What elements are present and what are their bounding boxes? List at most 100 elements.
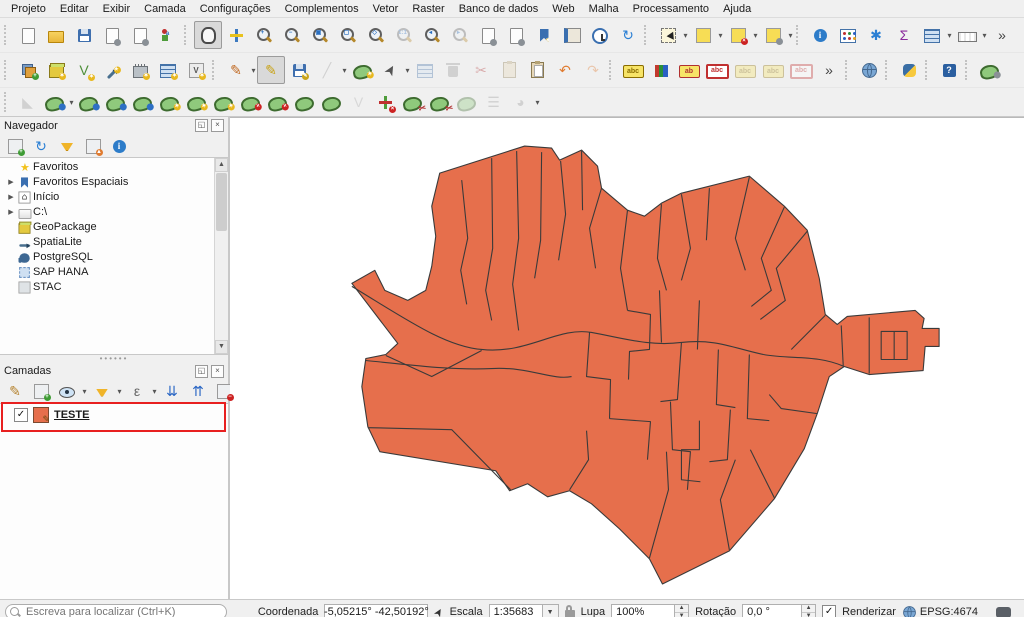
cut-features-button[interactable]: ✂ — [467, 56, 495, 84]
add-ring-button[interactable]: ✶ — [183, 90, 210, 114]
expander-icon[interactable]: ▶ — [6, 178, 16, 186]
menu-exibir[interactable]: Exibir — [96, 2, 138, 16]
select-features-by-value-button[interactable] — [689, 21, 717, 49]
snap-vertex-tool-button[interactable]: × — [372, 90, 399, 114]
identify-features-button[interactable]: i — [806, 21, 834, 49]
toolbar-grip[interactable] — [4, 60, 10, 80]
attribute-table-dropdown-icon[interactable]: ▾ — [946, 31, 953, 40]
layers-close-icon[interactable]: × — [211, 365, 224, 378]
save-project-button[interactable] — [70, 21, 98, 49]
toolbar-grip[interactable] — [184, 25, 190, 45]
rotate-point-symbols-dropdown-icon[interactable]: ▾ — [534, 98, 541, 107]
paste-features-button[interactable] — [523, 56, 551, 84]
digitize-with-segment-button[interactable]: ╱ — [313, 56, 341, 84]
add-group-button[interactable]: + — [29, 380, 53, 403]
search-input[interactable] — [5, 604, 227, 617]
layer-labeling-button[interactable]: abc — [619, 56, 647, 84]
toolbar-overflow-2-button[interactable]: » — [815, 56, 843, 84]
refresh-map-button[interactable]: ↻ — [614, 21, 642, 49]
new-geopackage-layer-button[interactable]: ✶ — [42, 56, 70, 84]
magnifier-value[interactable]: 100% — [611, 604, 675, 617]
menu-malha[interactable]: Malha — [582, 2, 626, 16]
show-spatial-bookmarks-button[interactable] — [558, 21, 586, 49]
browser-item-favoritos[interactable]: ★Favoritos — [0, 159, 214, 174]
open-layer-styling-button[interactable]: ✎ — [3, 380, 27, 403]
new-3d-map-view-button[interactable] — [502, 21, 530, 49]
style-manager-button[interactable]: a — [154, 21, 182, 49]
browser-filter-button[interactable] — [55, 134, 79, 157]
render-checkbox[interactable]: ✓ — [822, 605, 836, 617]
browser-scrollbar[interactable]: ▲ ▼ — [214, 158, 228, 354]
zoom-in-button[interactable]: + — [250, 21, 278, 49]
new-shapefile-layer-button[interactable]: V✶ — [70, 56, 98, 84]
browser-close-icon[interactable]: × — [211, 119, 224, 132]
move-feature-dropdown-icon[interactable]: ▾ — [68, 98, 75, 107]
zoom-to-layer-button[interactable]: ◇ — [362, 21, 390, 49]
menu-vetor[interactable]: Vetor — [366, 2, 406, 16]
zoom-native-button[interactable]: 1:1 — [390, 21, 418, 49]
vertex-tool-dropdown-icon[interactable]: ▾ — [404, 66, 411, 75]
scale-dropdown-icon[interactable]: ▼ — [543, 604, 559, 617]
browser-item-geopackage[interactable]: GeoPackage — [0, 219, 214, 234]
delete-ring-button[interactable]: × — [237, 90, 264, 114]
browser-item-spatialite[interactable]: SpatiaLite — [0, 234, 214, 249]
simplify-feature-button[interactable] — [129, 90, 156, 114]
zoom-out-button[interactable]: − — [278, 21, 306, 49]
coordinate-value[interactable]: -5,05215° -42,50192° — [324, 604, 428, 617]
filter-by-expression-dropdown-icon[interactable]: ▾ — [151, 387, 158, 396]
browser-refresh-button[interactable]: ↻ — [29, 134, 53, 157]
browser-float-icon[interactable]: ◱ — [195, 119, 208, 132]
show-layout-manager-button[interactable] — [126, 21, 154, 49]
magnifier-spinner[interactable]: ▲▼ — [675, 604, 689, 617]
spin-down-icon[interactable]: ▼ — [675, 612, 688, 617]
change-label-button[interactable]: abc — [787, 56, 815, 84]
crs-status[interactable]: EPSG:4674 — [902, 604, 978, 617]
toolbar-overflow-1-button[interactable]: » — [988, 21, 1016, 49]
toolbar-grip[interactable] — [796, 25, 802, 45]
browser-item-postgresql[interactable]: PostgreSQL — [0, 249, 214, 264]
panel-splitter[interactable]: •••••• — [0, 355, 228, 363]
highlight-pinned-labels-button[interactable]: abc — [703, 56, 731, 84]
undo-button[interactable]: ↶ — [551, 56, 579, 84]
measure-button[interactable] — [953, 21, 981, 49]
menu-camada[interactable]: Camada — [137, 2, 193, 16]
rotate-point-symbols-button[interactable]: ◕ — [507, 90, 534, 114]
browser-item-c-[interactable]: ▶C:\ — [0, 204, 214, 219]
rotation-value[interactable]: 0,0 ° — [742, 604, 802, 617]
new-map-view-button[interactable] — [474, 21, 502, 49]
copy-features-button[interactable] — [495, 56, 523, 84]
zoom-next-button[interactable]: ▸ — [446, 21, 474, 49]
new-spatialite-layer-button[interactable]: ✶ — [98, 56, 126, 84]
filter-legend-dropdown-icon[interactable]: ▾ — [116, 387, 123, 396]
vertex-tool-button[interactable]: ➤ — [376, 56, 404, 84]
save-layer-edits-button[interactable]: ✎ — [285, 56, 313, 84]
filter-legend-button[interactable] — [90, 380, 114, 403]
locator-search[interactable] — [5, 604, 227, 617]
invert-selection-button[interactable] — [759, 21, 787, 49]
toolbar-grip[interactable] — [4, 92, 10, 112]
copy-move-feature-button[interactable] — [102, 90, 129, 114]
rotate-feature-button[interactable] — [75, 90, 102, 114]
new-print-layout-button[interactable] — [98, 21, 126, 49]
digitize-with-segment-dropdown-icon[interactable]: ▾ — [341, 66, 348, 75]
select-features-by-value-dropdown-icon[interactable]: ▾ — [717, 31, 724, 40]
scroll-up-icon[interactable]: ▲ — [215, 158, 228, 172]
run-feature-action-button[interactable] — [834, 21, 862, 49]
fill-ring-button[interactable]: ✶ — [156, 90, 183, 114]
spin-down-icon[interactable]: ▼ — [802, 612, 815, 617]
scroll-thumb[interactable] — [216, 173, 227, 231]
help-contents-button[interactable]: ? — [935, 56, 963, 84]
toggle-editing-button[interactable]: ✎ — [257, 56, 285, 84]
rotation-spinbox[interactable]: 0,0 ° ▲▼ — [742, 604, 816, 617]
pan-to-selection-button[interactable] — [222, 21, 250, 49]
toolbar-grip[interactable] — [845, 60, 851, 80]
lock-scale-icon[interactable] — [565, 610, 575, 617]
layer-diagram-button[interactable] — [647, 56, 675, 84]
scale-value[interactable]: 1:35683 — [489, 604, 543, 617]
deselect-features-button[interactable]: × — [724, 21, 752, 49]
move-label-button[interactable]: abc — [731, 56, 759, 84]
magnifier-spinbox[interactable]: 100% ▲▼ — [611, 604, 689, 617]
new-mesh-layer-button[interactable]: ✶ — [154, 56, 182, 84]
browser-item-in-cio[interactable]: ▶⌂Início — [0, 189, 214, 204]
new-project-button[interactable] — [14, 21, 42, 49]
